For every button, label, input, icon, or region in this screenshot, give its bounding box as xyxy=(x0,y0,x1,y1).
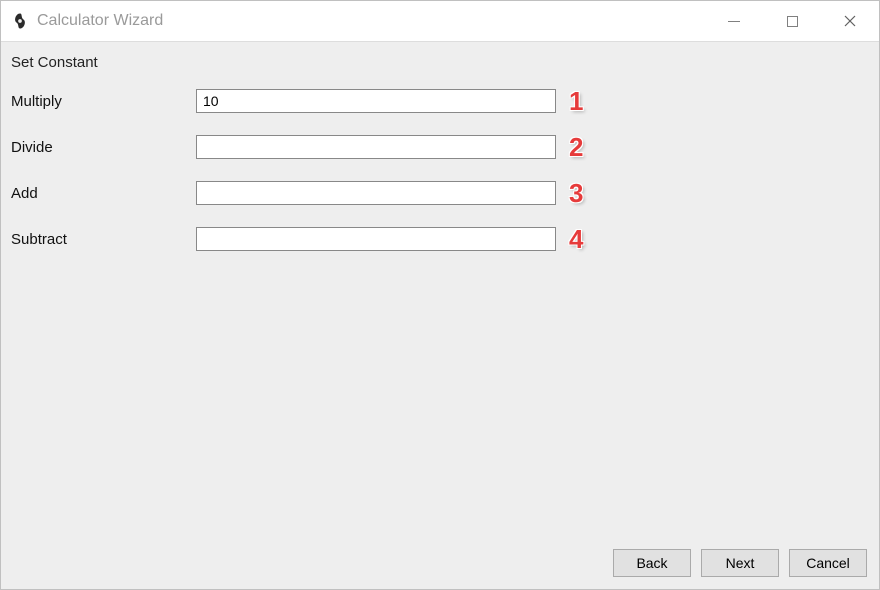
annotation-4: 4 xyxy=(569,224,583,255)
add-input[interactable] xyxy=(196,181,556,205)
maximize-icon xyxy=(787,16,798,27)
minimize-icon xyxy=(728,21,740,22)
window-title: Calculator Wizard xyxy=(37,12,163,30)
add-label: Add xyxy=(11,185,196,202)
titlebar: Calculator Wizard xyxy=(1,1,879,41)
window-frame: Calculator Wizard Set Constant Multiply xyxy=(0,0,880,590)
button-bar: Back Next Cancel xyxy=(11,543,871,581)
form-row-subtract: Subtract 4 xyxy=(11,227,871,251)
cancel-button[interactable]: Cancel xyxy=(789,549,867,577)
next-button[interactable]: Next xyxy=(701,549,779,577)
multiply-label: Multiply xyxy=(11,93,196,110)
annotation-3: 3 xyxy=(569,178,583,209)
divide-input[interactable] xyxy=(196,135,556,159)
back-button[interactable]: Back xyxy=(613,549,691,577)
form-row-add: Add 3 xyxy=(11,181,871,205)
close-button[interactable] xyxy=(821,1,879,41)
content-area: Set Constant Multiply 1 Divide 2 Add 3 S… xyxy=(1,41,879,589)
form-area: Multiply 1 Divide 2 Add 3 Subtract 4 xyxy=(11,89,871,543)
close-icon xyxy=(844,15,856,27)
divide-label: Divide xyxy=(11,139,196,156)
form-row-multiply: Multiply 1 xyxy=(11,89,871,113)
minimize-button[interactable] xyxy=(705,1,763,41)
subtract-label: Subtract xyxy=(11,231,196,248)
maximize-button[interactable] xyxy=(763,1,821,41)
annotation-2: 2 xyxy=(569,132,583,163)
titlebar-left: Calculator Wizard xyxy=(9,10,163,32)
multiply-input[interactable] xyxy=(196,89,556,113)
window-controls xyxy=(705,1,879,41)
section-heading: Set Constant xyxy=(11,54,871,71)
form-row-divide: Divide 2 xyxy=(11,135,871,159)
annotation-1: 1 xyxy=(569,86,583,117)
app-icon xyxy=(9,10,31,32)
subtract-input[interactable] xyxy=(196,227,556,251)
